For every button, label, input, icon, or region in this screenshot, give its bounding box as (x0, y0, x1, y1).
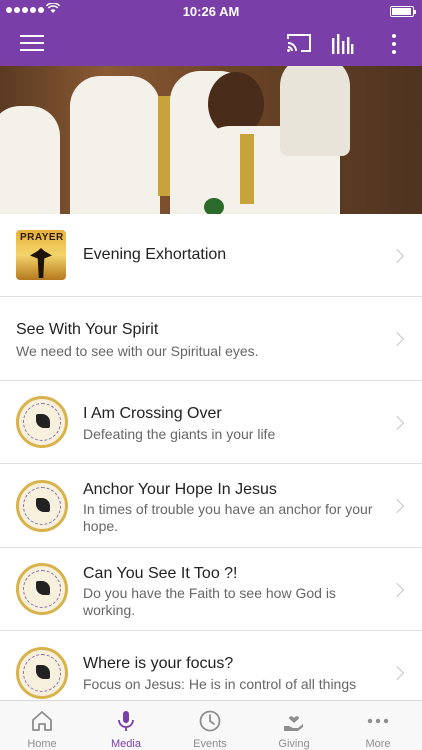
church-seal-icon (16, 480, 68, 532)
home-icon (30, 709, 54, 733)
list-item[interactable]: Can You See It Too ?! Do you have the Fa… (0, 548, 422, 631)
item-title: See With Your Spirit (16, 321, 159, 338)
list-item[interactable]: I Am Crossing Over Defeating the giants … (0, 381, 422, 464)
tab-home[interactable]: Home (0, 701, 84, 750)
cast-icon[interactable] (286, 32, 312, 56)
church-seal-icon (16, 563, 68, 615)
hero-image (0, 66, 422, 214)
status-bar: 10:26 AM (0, 0, 422, 22)
item-subtitle: Defeating the giants in your life (83, 426, 276, 442)
item-title: Can You See It Too ?! (83, 565, 238, 582)
item-subtitle: In times of trouble you have an anchor f… (83, 501, 373, 534)
item-subtitle: Focus on Jesus: He is in control of all … (83, 676, 357, 692)
chevron-right-icon (389, 498, 405, 514)
item-title: Where is your focus? (83, 655, 234, 672)
chevron-right-icon (389, 331, 405, 347)
item-title: Anchor Your Hope In Jesus (83, 481, 277, 498)
chevron-right-icon (389, 665, 405, 681)
tab-more[interactable]: More (336, 701, 420, 750)
list-item[interactable]: Anchor Your Hope In Jesus In times of tr… (0, 464, 422, 548)
item-subtitle: Do you have the Faith to see how God is … (83, 585, 336, 618)
clock-icon (198, 709, 222, 733)
battery-icon (390, 6, 416, 17)
equalizer-icon[interactable] (330, 32, 356, 56)
chevron-right-icon (389, 415, 405, 431)
giving-hand-icon (282, 709, 306, 733)
item-title: I Am Crossing Over (83, 405, 222, 422)
hamburger-icon[interactable] (20, 34, 44, 52)
app-bar (0, 22, 422, 66)
more-dots-icon (366, 709, 390, 733)
top-bar: 10:26 AM (0, 0, 422, 66)
item-subtitle: We need to see with our Spiritual eyes. (16, 343, 259, 359)
list-item[interactable]: PRAYER Evening Exhortation (0, 214, 422, 297)
tab-giving[interactable]: Giving (252, 701, 336, 750)
church-seal-icon (16, 396, 68, 448)
tab-media[interactable]: Media (84, 701, 168, 750)
microphone-icon (114, 709, 138, 733)
chevron-right-icon (389, 582, 405, 598)
item-title: Evening Exhortation (83, 246, 227, 263)
list-item[interactable]: See With Your Spirit We need to see with… (0, 297, 422, 381)
tab-events[interactable]: Events (168, 701, 252, 750)
church-seal-icon (16, 647, 68, 699)
prayer-thumbnail: PRAYER (16, 230, 66, 280)
status-time: 10:26 AM (182, 4, 240, 19)
chevron-right-icon (389, 248, 405, 264)
bottom-tab-bar: Home Media Events Giving More (0, 700, 422, 750)
kebab-icon[interactable] (390, 32, 398, 56)
